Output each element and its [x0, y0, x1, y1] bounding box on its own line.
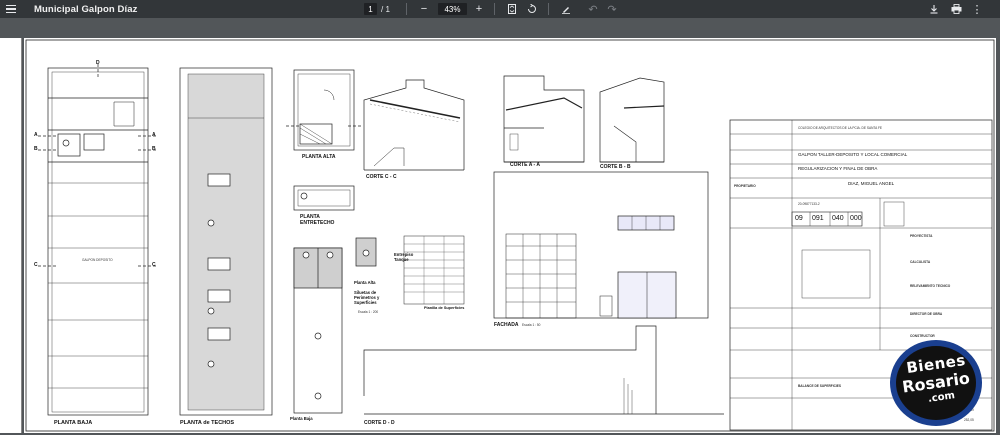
- partida-2: 091: [812, 215, 824, 222]
- axis-label-a-left: A: [34, 132, 38, 138]
- axis-label-d-top: D: [96, 60, 100, 66]
- label-corte-dd: CORTE D - D: [364, 420, 395, 426]
- pdf-page: PLANTA BAJA PLANTA de TECHOS PLANTA ALTA…: [24, 38, 996, 433]
- label-corte-bb: CORTE B - B: [600, 164, 631, 170]
- title-block-colegio: COLEGIO DE ARQUITECTOS DE LA PCIA. DE SA…: [798, 126, 883, 130]
- label-fachada: FACHADA: [494, 322, 519, 328]
- menu-icon[interactable]: [4, 0, 18, 18]
- bienes-rosario-watermark: Bienes Rosario .com: [888, 338, 984, 428]
- label-entrepiso-tanque: Entrepiso Tanque: [394, 252, 414, 262]
- toolbar-divider: [548, 3, 549, 15]
- print-icon[interactable]: [948, 0, 964, 18]
- label-escala: Escala 1 : 200: [358, 310, 379, 314]
- label-planta-alta-small: Planta Alta: [354, 280, 376, 285]
- toolbar-divider: [406, 3, 407, 15]
- axis-label-a-right: A: [152, 132, 156, 138]
- label-planta-techos: PLANTA de TECHOS: [180, 420, 235, 426]
- axis-label-c-right: C: [152, 262, 156, 268]
- download-icon[interactable]: [926, 0, 942, 18]
- document-title: Municipal Galpon Díaz: [34, 3, 138, 15]
- zoom-in-icon[interactable]: +: [471, 0, 487, 18]
- annotate-icon[interactable]: [558, 0, 574, 18]
- label-siluetas: Siluetas de Perimetros y Superficies: [354, 290, 380, 305]
- pdf-viewport[interactable]: PLANTA BAJA PLANTA de TECHOS PLANTA ALTA…: [0, 18, 1000, 435]
- title-block-proyectista: PROYECTISTA: [910, 234, 933, 238]
- axis-label-b-left: B: [34, 146, 38, 152]
- pdf-toolbar: Municipal Galpon Díaz 1 / 1 − 43% + ↶ ↷ …: [0, 0, 1000, 18]
- page-number-input[interactable]: 1: [364, 3, 377, 15]
- label-fachada-escala: Escala 1 : 50: [522, 323, 541, 327]
- axis-label-c-left: C: [34, 262, 38, 268]
- partida-1: 09: [795, 215, 803, 222]
- adjacent-page-edge: [0, 38, 22, 433]
- title-block-tipo: REGULARIZACION Y FINAL DE OBRA: [798, 166, 878, 171]
- label-planta-baja: PLANTA BAJA: [54, 420, 93, 426]
- zoom-out-icon[interactable]: −: [416, 0, 432, 18]
- title-block-obra: GALPON TALLER-DEPOSITO Y LOCAL COMERCIAL: [798, 152, 908, 157]
- label-planta-baja-small: Planta Baja: [290, 416, 313, 421]
- architectural-plan-drawing: [25, 39, 995, 432]
- toolbar-divider: [494, 3, 495, 15]
- more-icon[interactable]: ⋮: [969, 0, 985, 18]
- title-block-relevamiento: RELEVAMIENTO TECNICO: [910, 284, 951, 288]
- redo-icon[interactable]: ↷: [604, 0, 620, 18]
- title-block-director: DIRECTOR DE OBRA: [910, 312, 943, 316]
- label-corte-aa: CORTE A - A: [510, 162, 540, 168]
- partida-4: 000: [850, 215, 862, 222]
- title-block-propietario: DIAZ, MIGUEL ANGEL: [848, 181, 895, 186]
- fit-page-icon[interactable]: [504, 0, 520, 18]
- label-galpon-deposito: GALPON DEPOSITO: [82, 258, 113, 262]
- undo-icon[interactable]: ↶: [585, 0, 601, 18]
- title-block-balance: BALANCE DE SUPERFICIES: [798, 384, 842, 388]
- label-planta-alta: PLANTA ALTA: [302, 154, 336, 160]
- label-planta-entretecho: PLANTA ENTRETECHO: [300, 214, 335, 226]
- axis-label-b-right: B: [152, 146, 156, 152]
- title-block-calculista: CALCULISTA: [910, 260, 931, 264]
- label-corte-cc: CORTE C - C: [366, 174, 397, 180]
- label-planilla-superficies: Planilla de Superficies: [424, 306, 465, 310]
- title-block-cuit: 20-09877133-2: [798, 202, 820, 206]
- rotate-icon[interactable]: [524, 0, 540, 18]
- zoom-input[interactable]: 43%: [438, 3, 467, 15]
- title-block-propietario-label: PROPIETARIO: [734, 184, 756, 188]
- page-count: / 1: [381, 4, 390, 14]
- partida-3: 040: [832, 215, 844, 222]
